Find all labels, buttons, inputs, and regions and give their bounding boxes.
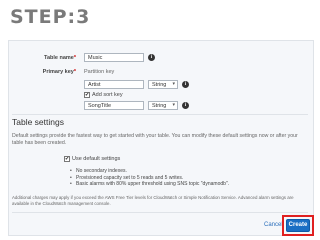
- sort-key-label: Add sort key: [92, 92, 123, 98]
- default-settings-label: Use default settings: [72, 156, 121, 162]
- table-settings-title: Table settings: [12, 117, 64, 127]
- chevron-down-icon: ▾: [172, 102, 175, 108]
- sort-key-checkbox[interactable]: ✔: [84, 92, 90, 98]
- table-settings-description: Default settings provide the fastest way…: [12, 133, 298, 146]
- cancel-button[interactable]: Cancel: [264, 222, 283, 228]
- info-icon[interactable]: i: [182, 81, 189, 88]
- info-icon[interactable]: i: [182, 102, 189, 109]
- primary-key-label-text: Primary key: [42, 69, 74, 75]
- required-mark: *: [73, 55, 76, 61]
- chevron-down-icon: ▾: [172, 81, 175, 87]
- sort-type-select[interactable]: String ▾: [148, 101, 178, 110]
- list-item: Basic alarms with 80% upper threshold us…: [70, 181, 229, 188]
- table-name-label: Table name*: [14, 55, 76, 61]
- footer-divider: [12, 212, 308, 213]
- table-name-label-text: Table name: [44, 55, 74, 61]
- pricing-footnote: Additional charges may apply if you exce…: [12, 195, 294, 206]
- info-icon[interactable]: i: [148, 54, 155, 61]
- partition-key-input[interactable]: Artist: [84, 80, 144, 89]
- section-divider: [12, 114, 308, 115]
- table-name-input[interactable]: Music: [84, 53, 144, 62]
- partition-type-select[interactable]: String ▾: [148, 80, 178, 89]
- required-mark: *: [73, 69, 76, 75]
- default-settings-list: No secondary indexes. Provisioned capaci…: [70, 168, 229, 188]
- slide-title: STEP:3: [10, 6, 91, 28]
- sort-key-input[interactable]: SongTitle: [84, 101, 144, 110]
- partition-type-value: String: [152, 82, 167, 88]
- sort-type-value: String: [152, 103, 167, 109]
- partition-key-label: Partition key: [84, 69, 115, 75]
- create-button[interactable]: Create: [286, 219, 310, 232]
- primary-key-label: Primary key*: [14, 69, 76, 75]
- default-settings-checkbox[interactable]: ✔: [64, 156, 70, 162]
